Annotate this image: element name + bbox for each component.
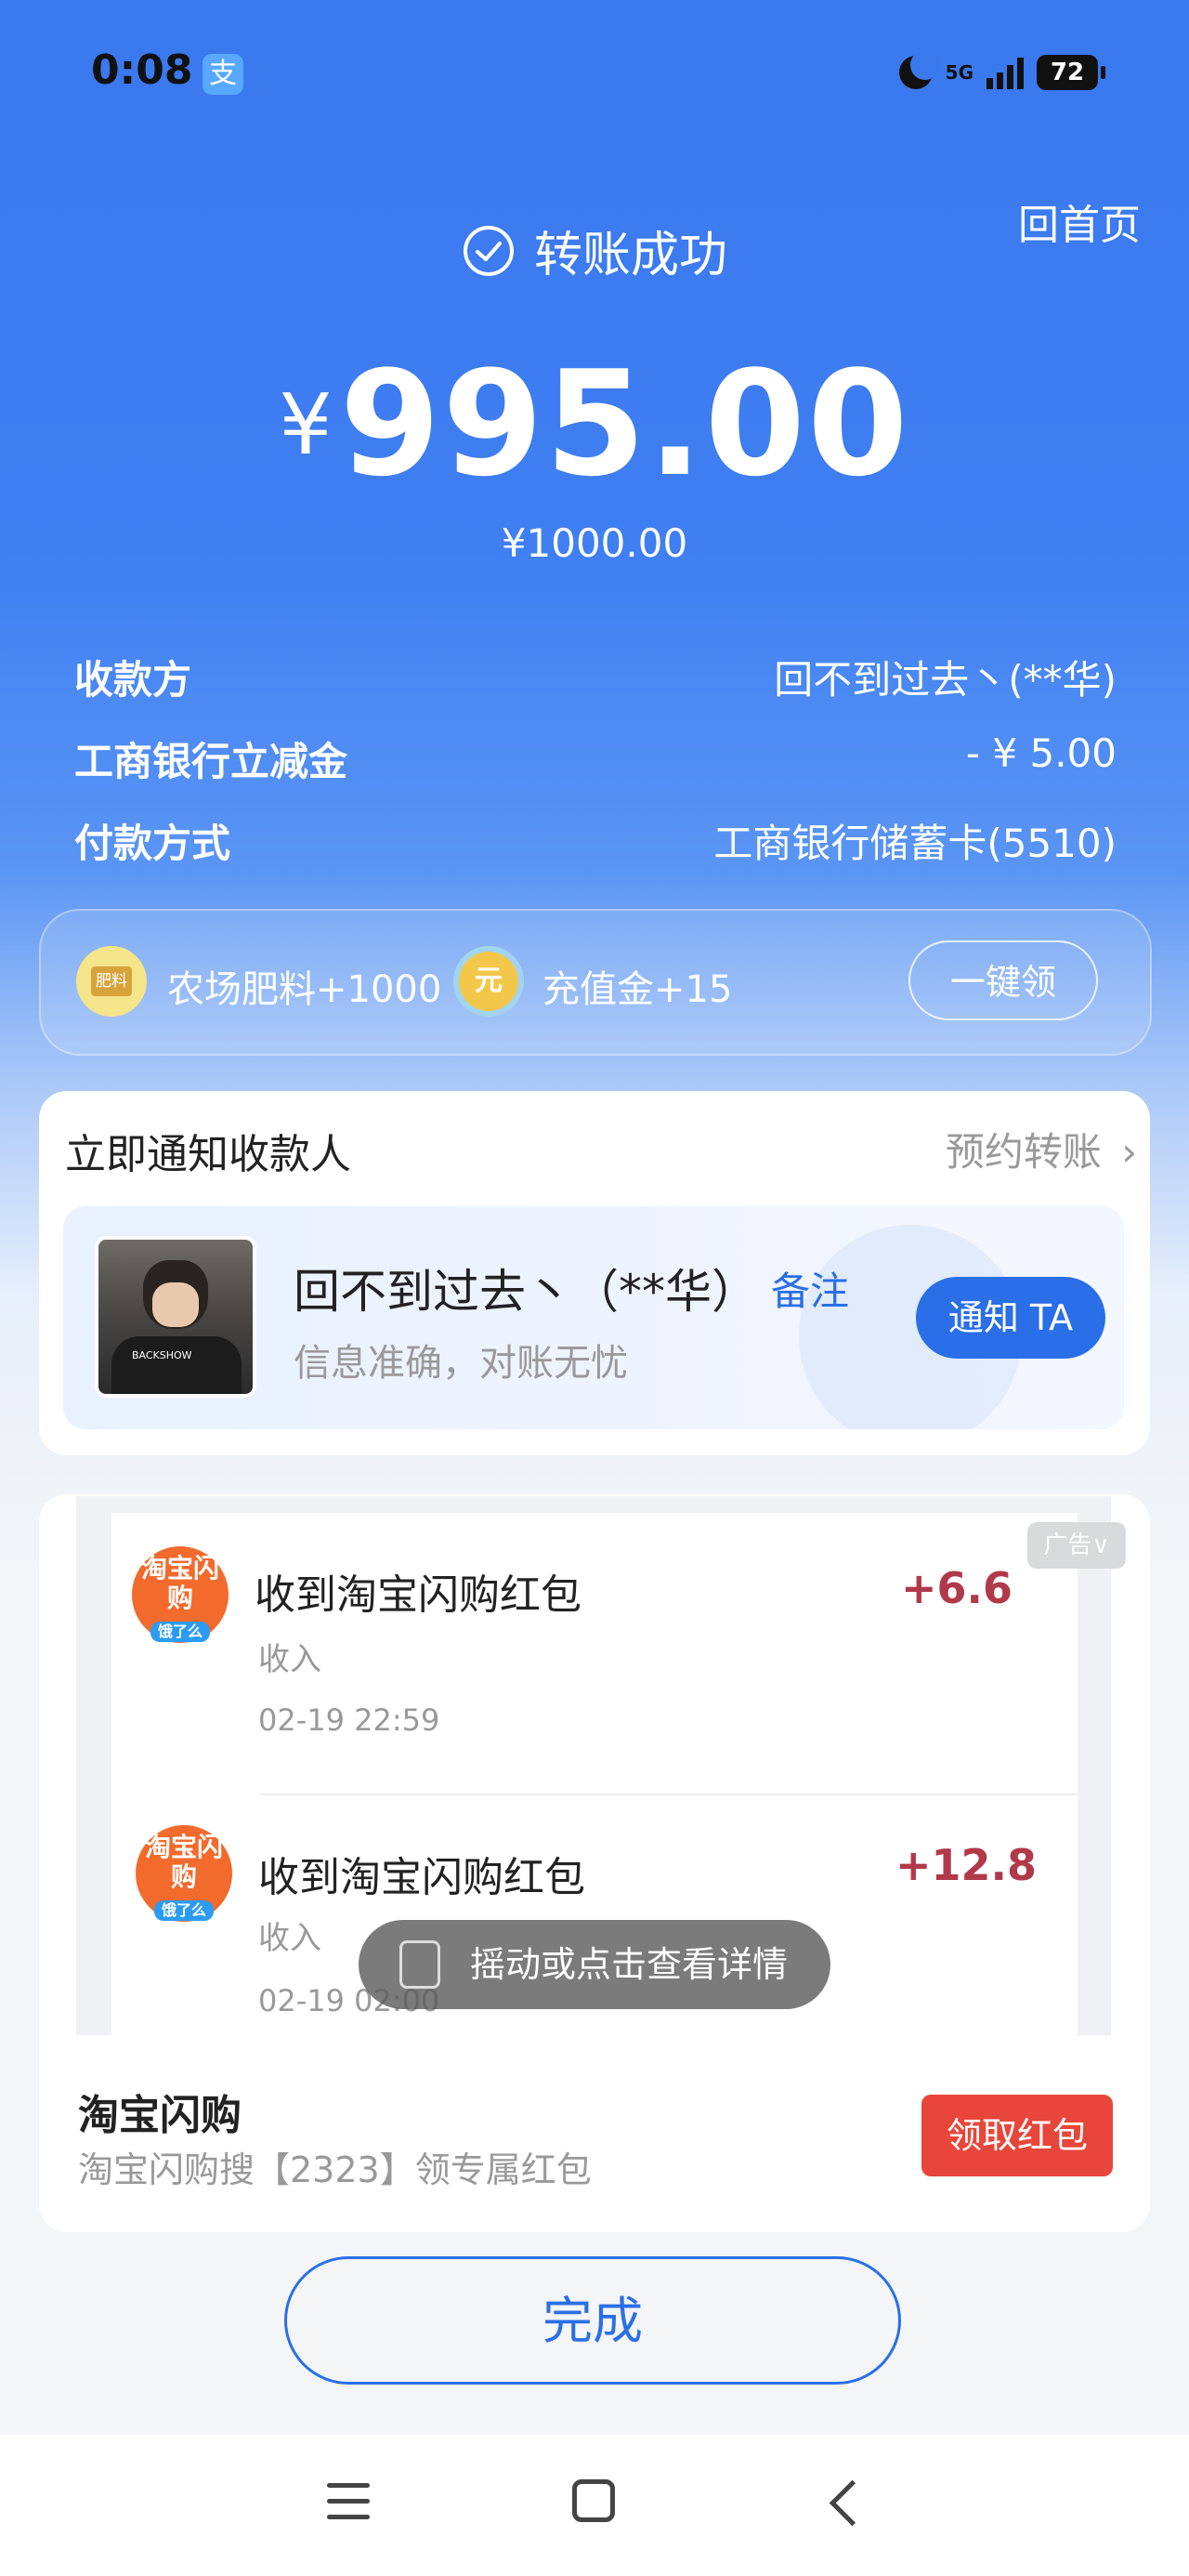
detail-row-payment-method: 付款方式 工商银行储蓄卡(5510) [74, 812, 1117, 869]
taobao-flash-icon: 淘宝闪购 饿了么 [132, 1546, 229, 1643]
divider [260, 1794, 1078, 1795]
avatar-shirt-text: BACKSHOW [132, 1349, 192, 1361]
notify-button[interactable]: 通知 TA [916, 1277, 1105, 1359]
claim-all-button[interactable]: 一键领 [908, 940, 1098, 1020]
detail-value: 回不到过去丶(**华) [774, 657, 1117, 703]
recent-apps-icon[interactable] [327, 2483, 370, 2520]
chevron-down-icon: ∨ [1091, 1531, 1110, 1559]
ad-brand-subtitle: 淘宝闪购搜【2323】领专属红包 [78, 2149, 592, 2190]
recharge-reward: 充值金+15 [542, 968, 733, 1011]
detail-label: 收款方 [74, 657, 192, 703]
ad-tag[interactable]: 广告∨ [1027, 1522, 1126, 1569]
tx-title: 收到淘宝闪购红包 [258, 1854, 585, 1901]
check-circle-icon [463, 225, 514, 276]
status-indicators: 5G 72 [898, 50, 1105, 93]
home-icon[interactable] [572, 2479, 615, 2522]
status-time: 0:08 [91, 46, 193, 94]
ad-brand: 淘宝闪购 [78, 2092, 242, 2139]
detail-row-payee: 收款方 回不到过去丶(**华) [74, 649, 1117, 705]
tx-title: 收到淘宝闪购红包 [255, 1571, 581, 1619]
icon-text: 淘宝闪购 [144, 1832, 223, 1892]
fertilizer-icon [76, 946, 147, 1017]
battery-icon: 72 [1037, 55, 1105, 90]
note-link[interactable]: 备注 [771, 1260, 849, 1317]
alipay-notification-icon: 支 [203, 54, 243, 95]
shake-phone-icon [399, 1940, 440, 1989]
detail-label: 工商银行立减金 [74, 739, 348, 784]
detail-label: 付款方式 [74, 821, 231, 866]
do-not-disturb-icon [898, 50, 940, 89]
detail-value: 工商银行储蓄卡(5510) [713, 821, 1117, 866]
transfer-amount: ¥995.00 [0, 339, 1189, 508]
notify-title: 立即通知收款人 [65, 1131, 351, 1178]
done-button[interactable]: 完成 [284, 2256, 901, 2385]
original-amount: ¥1000.00 [501, 520, 688, 566]
tx-type: 收入 [258, 1641, 321, 1678]
detail-value: - ¥ 5.00 [965, 730, 1117, 776]
ad-tag-label: 广告 [1043, 1531, 1092, 1559]
claim-red-packet-button[interactable]: 领取红包 [921, 2095, 1113, 2176]
success-title: 转账成功 [533, 228, 727, 283]
tx-type: 收入 [258, 1920, 321, 1957]
fertilizer-reward: 农场肥料+1000 [167, 968, 442, 1011]
schedule-transfer-link[interactable]: 预约转账 › [946, 1121, 1137, 1177]
tx-time: 02-19 22:59 [258, 1702, 440, 1738]
schedule-transfer-label: 预约转账 [945, 1129, 1102, 1175]
tx-amount: +6.6 [900, 1563, 1013, 1613]
taobao-flash-icon: 淘宝闪购 饿了么 [136, 1825, 232, 1922]
recipient-name: 回不到过去丶（**华） [294, 1265, 758, 1319]
recipient-subtitle: 信息准确，对账无忧 [294, 1342, 628, 1385]
detail-row-discount: 工商银行立减金 - ¥ 5.00 [74, 730, 1117, 787]
coin-icon [453, 946, 524, 1017]
icon-badge: 饿了么 [153, 1900, 214, 1921]
icon-text: 淘宝闪购 [140, 1553, 219, 1613]
signal-icon [986, 56, 1024, 89]
icon-badge: 饿了么 [150, 1622, 210, 1642]
chevron-right-icon: › [1121, 1129, 1137, 1175]
tx-amount: +12.8 [895, 1840, 1037, 1890]
currency-symbol: ¥ [279, 376, 333, 474]
avatar: BACKSHOW [95, 1236, 256, 1398]
success-row: 转账成功 [0, 216, 1189, 285]
amount-value: 995.00 [339, 339, 910, 508]
network-type: 5G [945, 61, 973, 84]
